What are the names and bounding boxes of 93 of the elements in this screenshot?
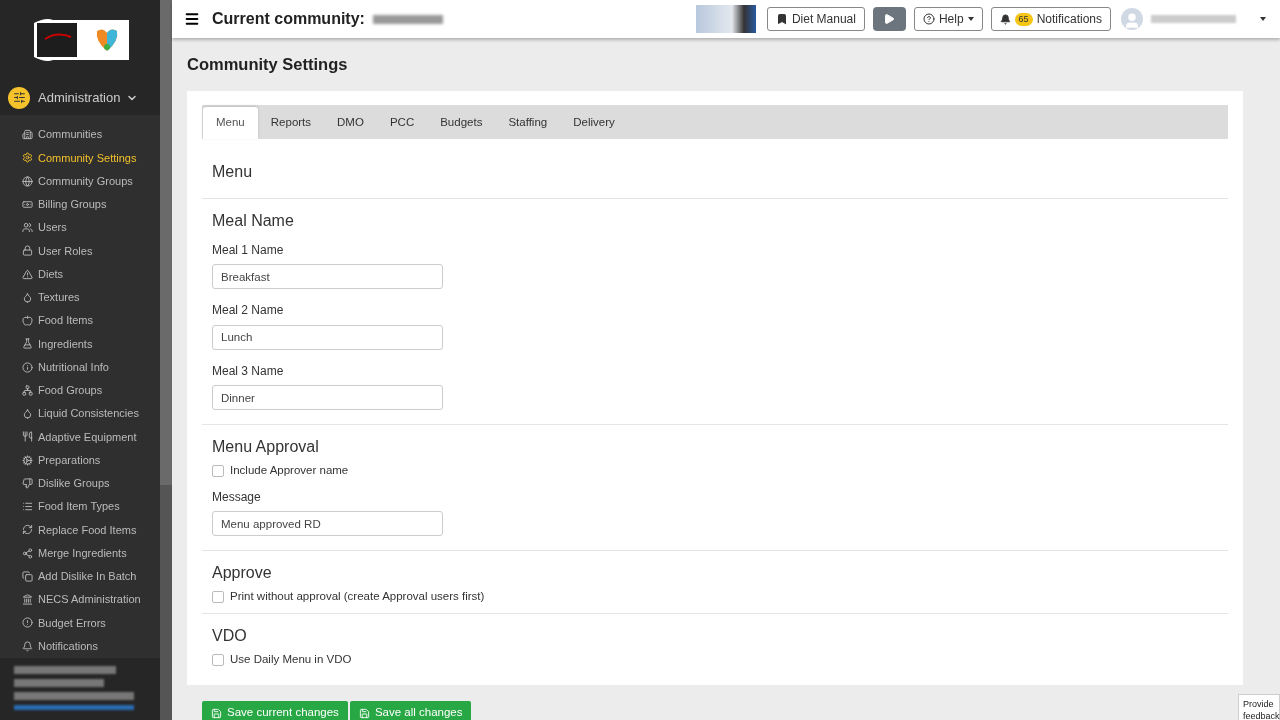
alert-icon	[22, 617, 33, 629]
diet-manual-button[interactable]: Diet Manual	[766, 7, 865, 31]
sidebar-item[interactable]: Community Groups	[0, 169, 160, 193]
sidebar-item[interactable]: Merge Ingredients	[0, 541, 160, 565]
tab[interactable]: DMO	[324, 106, 377, 139]
sidebar-item[interactable]: Textures	[0, 285, 160, 309]
redacted-text	[372, 14, 443, 24]
field-label: Message	[212, 488, 262, 506]
tab[interactable]: Menu	[203, 106, 258, 139]
droplet-icon	[22, 291, 33, 303]
page-title: Current community:	[212, 9, 365, 29]
share-icon	[22, 547, 33, 559]
tab[interactable]: Reports	[257, 106, 325, 139]
bell-icon	[22, 640, 33, 652]
checkbox[interactable]	[212, 653, 224, 666]
sidebar-item[interactable]: Communities	[0, 123, 160, 147]
checkbox[interactable]	[212, 590, 224, 603]
input-field[interactable]: Menu approved RD	[212, 511, 443, 536]
help-icon	[922, 13, 935, 25]
field-label: Meal 1 Name	[212, 241, 285, 259]
settings-sliders-icon	[8, 86, 30, 109]
sidebar-item[interactable]: User Roles	[0, 239, 160, 263]
checkbox[interactable]	[212, 464, 224, 477]
feedback-button[interactable]: Provide feedback	[1238, 693, 1280, 720]
tab-heading: Menu	[212, 161, 254, 182]
thumbs-down-icon	[22, 477, 33, 489]
sidebar-item[interactable]: Preparations	[0, 448, 160, 472]
save-icon	[358, 707, 370, 719]
bell-icon	[999, 13, 1011, 25]
users-icon	[22, 222, 33, 234]
banknote-icon	[22, 198, 33, 210]
globe-icon	[22, 175, 33, 187]
sidebar-item[interactable]: Billing Groups	[0, 192, 160, 216]
sidebar-item[interactable]: Add Dislike In Batch	[0, 564, 160, 588]
sidebar-item[interactable]: Ingredients	[0, 332, 160, 356]
tab[interactable]: Budgets	[427, 106, 496, 139]
sidebar-item[interactable]: Diets	[0, 262, 160, 286]
flask-icon	[22, 338, 33, 350]
droplet-icon	[22, 408, 33, 420]
checkbox-label: Use Daily Menu in VDO	[230, 652, 352, 668]
section-heading: Meal Name	[212, 210, 295, 231]
checkbox-label: Include Approver name	[230, 463, 349, 479]
sidebar-item[interactable]: Users	[0, 216, 160, 240]
input-field[interactable]: Lunch	[212, 324, 443, 350]
sidebar-item[interactable]: NECS Administration	[0, 588, 160, 612]
sidebar-item[interactable]: Budget Errors	[0, 611, 160, 635]
notifications-button[interactable]: 65 Notifications	[990, 7, 1111, 31]
bank-icon	[22, 594, 33, 606]
utensils-icon	[22, 431, 33, 443]
sidebar-item[interactable]: Community Settings	[0, 146, 160, 170]
sidebar-item[interactable]: Replace Food Items	[0, 518, 160, 542]
tab[interactable]: PCC	[376, 106, 428, 139]
save-icon	[211, 707, 222, 719]
input-field[interactable]: Breakfast	[212, 264, 443, 290]
input-field[interactable]: Dinner	[212, 385, 443, 411]
sidebar-item[interactable]: Adaptive Equipment	[0, 425, 160, 449]
checkbox-label: Print without approval (create Approval users first)	[230, 589, 485, 604]
redacted-image	[695, 5, 756, 33]
sitemap-icon	[22, 384, 33, 396]
menu-icon[interactable]	[184, 11, 200, 27]
caret-icon	[967, 17, 974, 21]
field-label: Meal 2 Name	[212, 302, 285, 320]
warning-icon	[22, 268, 33, 280]
sidebar-item[interactable]: Liquid Consistencies	[0, 402, 160, 426]
sidebar-item[interactable]: Food Item Types	[0, 495, 160, 519]
tab[interactable]: Staffing	[495, 106, 561, 139]
sidebar-item[interactable]: Food Groups	[0, 378, 160, 402]
sidebar-item[interactable]: Notifications	[0, 634, 160, 658]
building-icon	[22, 129, 33, 141]
sidebar-item[interactable]: Food Items	[0, 309, 160, 333]
field-label: Meal 3 Name	[212, 362, 285, 380]
sidebar-item[interactable]: Nutritional Info	[0, 355, 160, 379]
section-heading: Approve	[212, 563, 273, 583]
play-button[interactable]	[872, 7, 906, 31]
lock-icon	[22, 245, 33, 257]
help-button[interactable]: Help	[913, 7, 983, 31]
section-title: Community Settings	[187, 54, 349, 75]
sidebar-item[interactable]: Dislike Groups	[0, 471, 160, 495]
info-icon	[22, 361, 33, 373]
gears-icon	[22, 454, 33, 466]
apple-icon	[22, 315, 33, 327]
refresh-icon	[22, 524, 33, 536]
list-icon	[22, 501, 33, 513]
copy-icon	[22, 570, 33, 582]
bookmark-icon	[775, 13, 788, 25]
avatar-icon[interactable]	[1121, 8, 1143, 30]
tab[interactable]: Delivery	[560, 106, 628, 139]
notification-count: 65	[1014, 12, 1033, 26]
section-heading: VDO	[212, 626, 248, 647]
section-heading: Menu Approval	[212, 437, 320, 458]
caret-icon[interactable]	[1260, 17, 1266, 21]
settings-icon	[22, 152, 33, 164]
play-icon	[883, 13, 896, 25]
